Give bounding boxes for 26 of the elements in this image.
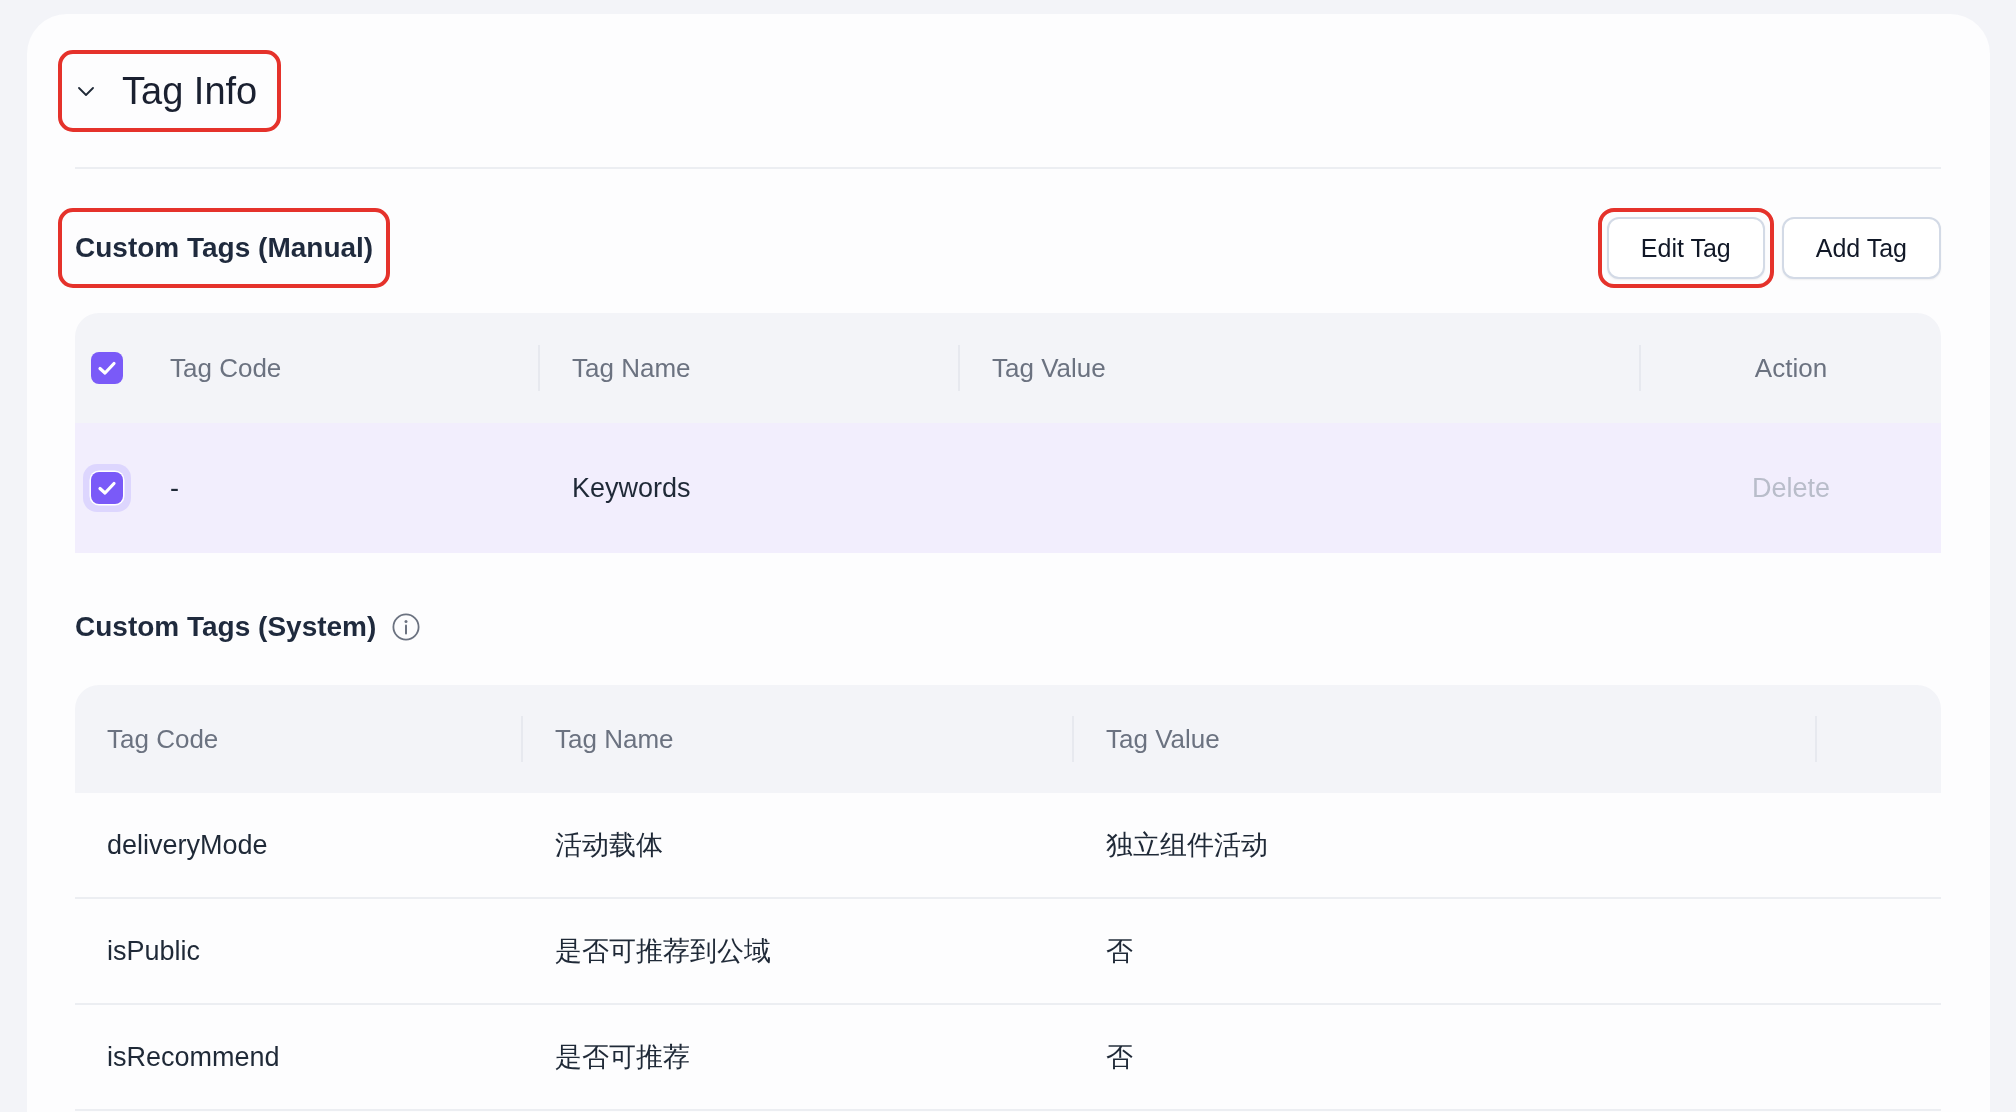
- table-cell: isPublic: [107, 935, 201, 967]
- table-cell: deliveryMode: [107, 829, 268, 861]
- section-title: Custom Tags (Manual): [75, 232, 374, 264]
- table-cell-text: 否: [1106, 1041, 1133, 1074]
- column-header: Action: [1754, 352, 1828, 384]
- table-cell: Keywords: [572, 472, 691, 504]
- tag-button[interactable]: Edit Tag: [1606, 217, 1765, 279]
- column-header: Tag Code: [107, 723, 219, 755]
- collapse-toggle[interactable]: Tag Info: [62, 54, 278, 128]
- column-header: Tag Name: [572, 352, 691, 384]
- checkbox[interactable]: [90, 352, 123, 384]
- table-cell: -: [170, 472, 179, 504]
- info-icon[interactable]: [392, 613, 421, 641]
- column-header: Tag Value: [992, 352, 1106, 384]
- table-cell-text: 是否可推荐: [555, 1041, 690, 1074]
- table-cell-text: 活动载体: [555, 829, 663, 862]
- table-cell-text: 是否可推荐到公域: [555, 935, 771, 968]
- section-title: Custom Tags (System): [75, 611, 377, 643]
- column-header: Tag Code: [170, 352, 282, 384]
- table-cell: isRecommend: [107, 1041, 280, 1073]
- column-header: Tag Value: [1106, 723, 1220, 755]
- column-header: Tag Name: [555, 723, 674, 755]
- table-cell-text: 独立组件活动: [1106, 829, 1268, 862]
- table-cell-text: 否: [1106, 935, 1133, 968]
- checkbox[interactable]: [82, 464, 131, 512]
- tag-button[interactable]: Add Tag: [1781, 217, 1941, 279]
